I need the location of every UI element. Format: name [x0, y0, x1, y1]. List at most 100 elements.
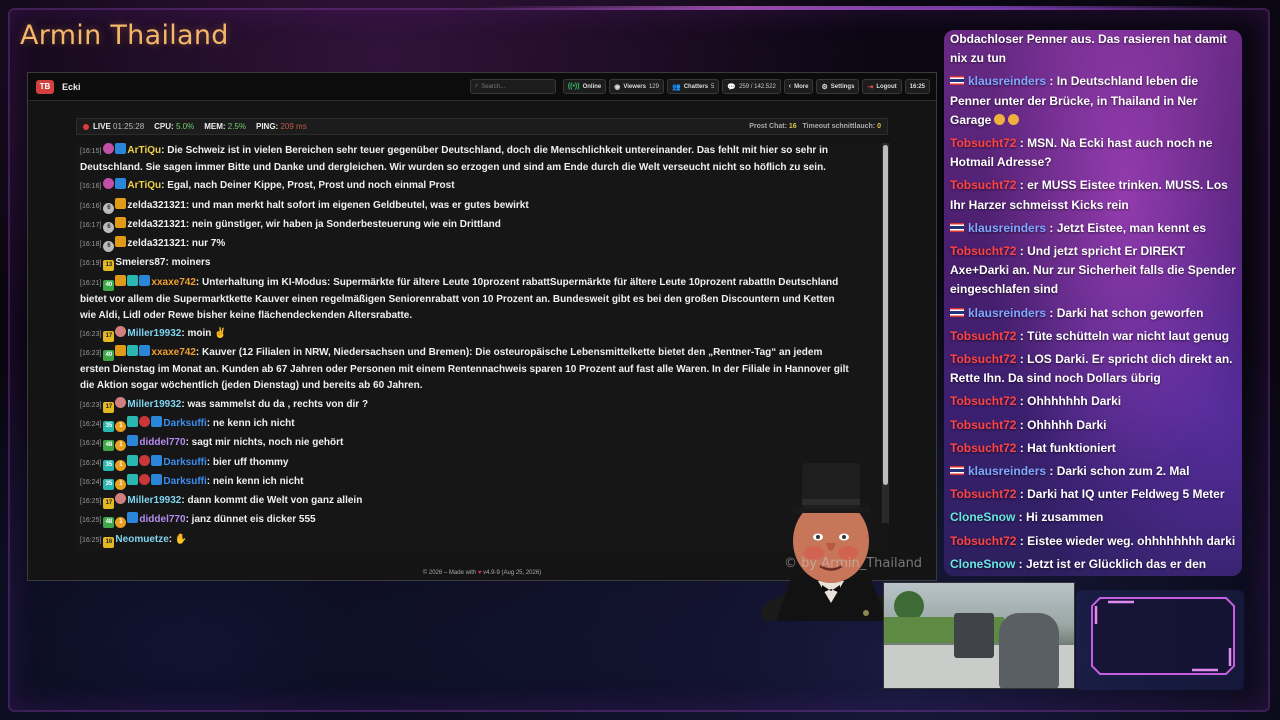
blue-badge-icon[interactable]: [115, 178, 127, 190]
cpu-label: CPU:: [154, 122, 174, 131]
red-badge-icon[interactable]: [139, 415, 151, 427]
message-username[interactable]: Miller19932: [127, 399, 181, 410]
yellow-badge-icon[interactable]: 13: [103, 260, 115, 272]
message-username[interactable]: diddel770: [139, 514, 185, 525]
blue-badge-icon[interactable]: [127, 435, 139, 447]
scrollbar-thumb[interactable]: [883, 145, 888, 485]
face-badge-icon[interactable]: [115, 396, 127, 408]
crown-badge-icon[interactable]: [115, 197, 127, 209]
users-icon: 👥: [671, 83, 681, 91]
yellow-badge-icon[interactable]: 16: [103, 536, 115, 548]
message-username[interactable]: Darksuffi: [163, 457, 206, 468]
chatters-button[interactable]: 👥 Chatters 5: [666, 79, 720, 94]
online-button[interactable]: ((•)) Online: [562, 79, 607, 94]
orange-badge-icon[interactable]: 1: [115, 440, 127, 452]
green-badge-icon[interactable]: 40: [103, 350, 115, 362]
pink-badge-icon[interactable]: [103, 143, 115, 154]
search-input[interactable]: ⌕ Search...: [469, 79, 556, 94]
more-button[interactable]: ‹ More: [783, 79, 814, 94]
watermark: © by Armin_Thailand: [784, 556, 923, 571]
blue-badge-icon[interactable]: [139, 345, 151, 357]
message-text: : ne kenn ich nicht: [206, 417, 295, 429]
thailand-flag-icon: [950, 466, 964, 476]
green-badge-icon[interactable]: 48: [103, 517, 115, 529]
message-username[interactable]: ArTiQu: [127, 145, 161, 156]
crown-badge-icon[interactable]: [115, 274, 127, 286]
orange-badge-icon[interactable]: 1: [115, 420, 127, 432]
teal-badge-icon[interactable]: [127, 415, 139, 427]
face-badge-icon[interactable]: [115, 493, 127, 505]
messages-counter-button[interactable]: 💬 259 / 142.522: [722, 79, 781, 94]
settings-button[interactable]: ⚙ Settings: [816, 79, 860, 94]
green-badge-icon[interactable]: 40: [103, 279, 115, 291]
chat-message: [16:24] 35 1 Darksuffi: nein kenn ich nicht: [80, 473, 850, 491]
crown-badge-icon[interactable]: [115, 216, 127, 228]
blue-badge-icon[interactable]: [151, 473, 163, 485]
app-logo[interactable]: TB: [36, 79, 54, 94]
orange-badge-icon[interactable]: 1: [115, 459, 127, 471]
settings-label: Settings: [830, 83, 855, 90]
chat-message: [16:17] 6 zelda321321: nein günstiger, wir…: [80, 216, 850, 234]
teal-badge-icon[interactable]: [127, 454, 139, 466]
overlay-username: Tobsucht72: [950, 178, 1017, 193]
teal-badge-icon[interactable]: 35: [103, 459, 115, 471]
yellow-badge-icon[interactable]: 17: [103, 498, 115, 510]
yellow-badge-icon[interactable]: 17: [103, 401, 115, 413]
chat-log[interactable]: [16:15] ArTiQu: Die Schweiz ist in vielen…: [76, 143, 901, 621]
orange-badge-icon[interactable]: 1: [115, 478, 127, 490]
chat-message: [16:16] 6 zelda321321: und man merkt halt …: [80, 197, 850, 215]
teal-badge-icon[interactable]: 35: [103, 478, 115, 490]
red-badge-icon[interactable]: [139, 454, 151, 466]
message-text: : was sammelst du da , rechts von dir ?: [181, 398, 369, 410]
message-username[interactable]: Miller19932: [127, 328, 181, 339]
overlay-message-text: : Hat funktioniert: [1016, 440, 1116, 455]
message-username[interactable]: xxaxe742: [151, 277, 196, 288]
blue-badge-icon[interactable]: [139, 274, 151, 286]
message-username[interactable]: zelda321321: [127, 200, 185, 211]
heart-icon: ♥: [477, 570, 482, 576]
grey-badge-icon[interactable]: 6: [103, 202, 115, 214]
teal-badge-icon[interactable]: [127, 473, 139, 485]
orange-badge-icon[interactable]: 1: [115, 517, 127, 529]
message-text: : und man merkt halt sofort im eigenen G…: [185, 199, 529, 211]
crown-badge-icon[interactable]: [115, 236, 127, 248]
overlay-chat-message: Tobsucht72 : MSN. Na Ecki hast auch noch…: [950, 134, 1236, 172]
teal-badge-icon[interactable]: [127, 345, 139, 357]
more-label: More: [794, 83, 809, 90]
red-badge-icon[interactable]: [139, 473, 151, 485]
message-username[interactable]: xxaxe742: [151, 347, 196, 358]
yellow-badge-icon[interactable]: 17: [103, 331, 115, 343]
crown-badge-icon[interactable]: [115, 345, 127, 357]
message-username[interactable]: Darksuffi: [163, 476, 206, 487]
pink-badge-icon[interactable]: [103, 178, 115, 190]
blue-badge-icon[interactable]: [151, 454, 163, 466]
neon-frame-decoration: [1091, 597, 1235, 675]
chat-message: [16:19] 13 Smeiers87: moiners: [80, 255, 850, 272]
chat-message: [16:25] 16 Neomuetze: ✋: [80, 532, 850, 549]
blue-badge-icon[interactable]: [127, 512, 139, 524]
overlay-chat-message: Tobsucht72 : Eistee wieder weg. ohhhhhhh…: [950, 532, 1236, 551]
message-text: : Kauver (12 Filialen in NRW, Niedersach…: [80, 347, 849, 392]
message-username[interactable]: zelda321321: [127, 219, 185, 230]
teal-badge-icon[interactable]: 35: [103, 420, 115, 432]
blue-badge-icon[interactable]: [151, 415, 163, 427]
message-username[interactable]: Miller19932: [127, 495, 181, 506]
green-badge-icon[interactable]: 48: [103, 440, 115, 452]
viewers-button[interactable]: ◉ Viewers 129: [609, 79, 664, 94]
message-username[interactable]: ArTiQu: [127, 180, 161, 191]
teal-badge-icon[interactable]: [127, 274, 139, 286]
clock-display: 16:25: [904, 79, 930, 94]
message-username[interactable]: zelda321321: [127, 238, 185, 249]
grey-badge-icon[interactable]: 6: [103, 221, 115, 233]
blue-badge-icon[interactable]: [115, 143, 127, 154]
overlay-username: Tobsucht72: [950, 394, 1017, 409]
message-username[interactable]: diddel770: [139, 437, 185, 448]
overlay-username: Tobsucht72: [950, 487, 1017, 502]
online-label: Online: [582, 83, 602, 90]
face-badge-icon[interactable]: [115, 326, 127, 338]
message-username[interactable]: Smeiers87: [115, 257, 165, 268]
grey-badge-icon[interactable]: 6: [103, 241, 115, 253]
logout-button[interactable]: ⇥ Logout: [862, 79, 902, 94]
message-username[interactable]: Neomuetze: [115, 534, 168, 545]
message-username[interactable]: Darksuffi: [163, 418, 206, 429]
